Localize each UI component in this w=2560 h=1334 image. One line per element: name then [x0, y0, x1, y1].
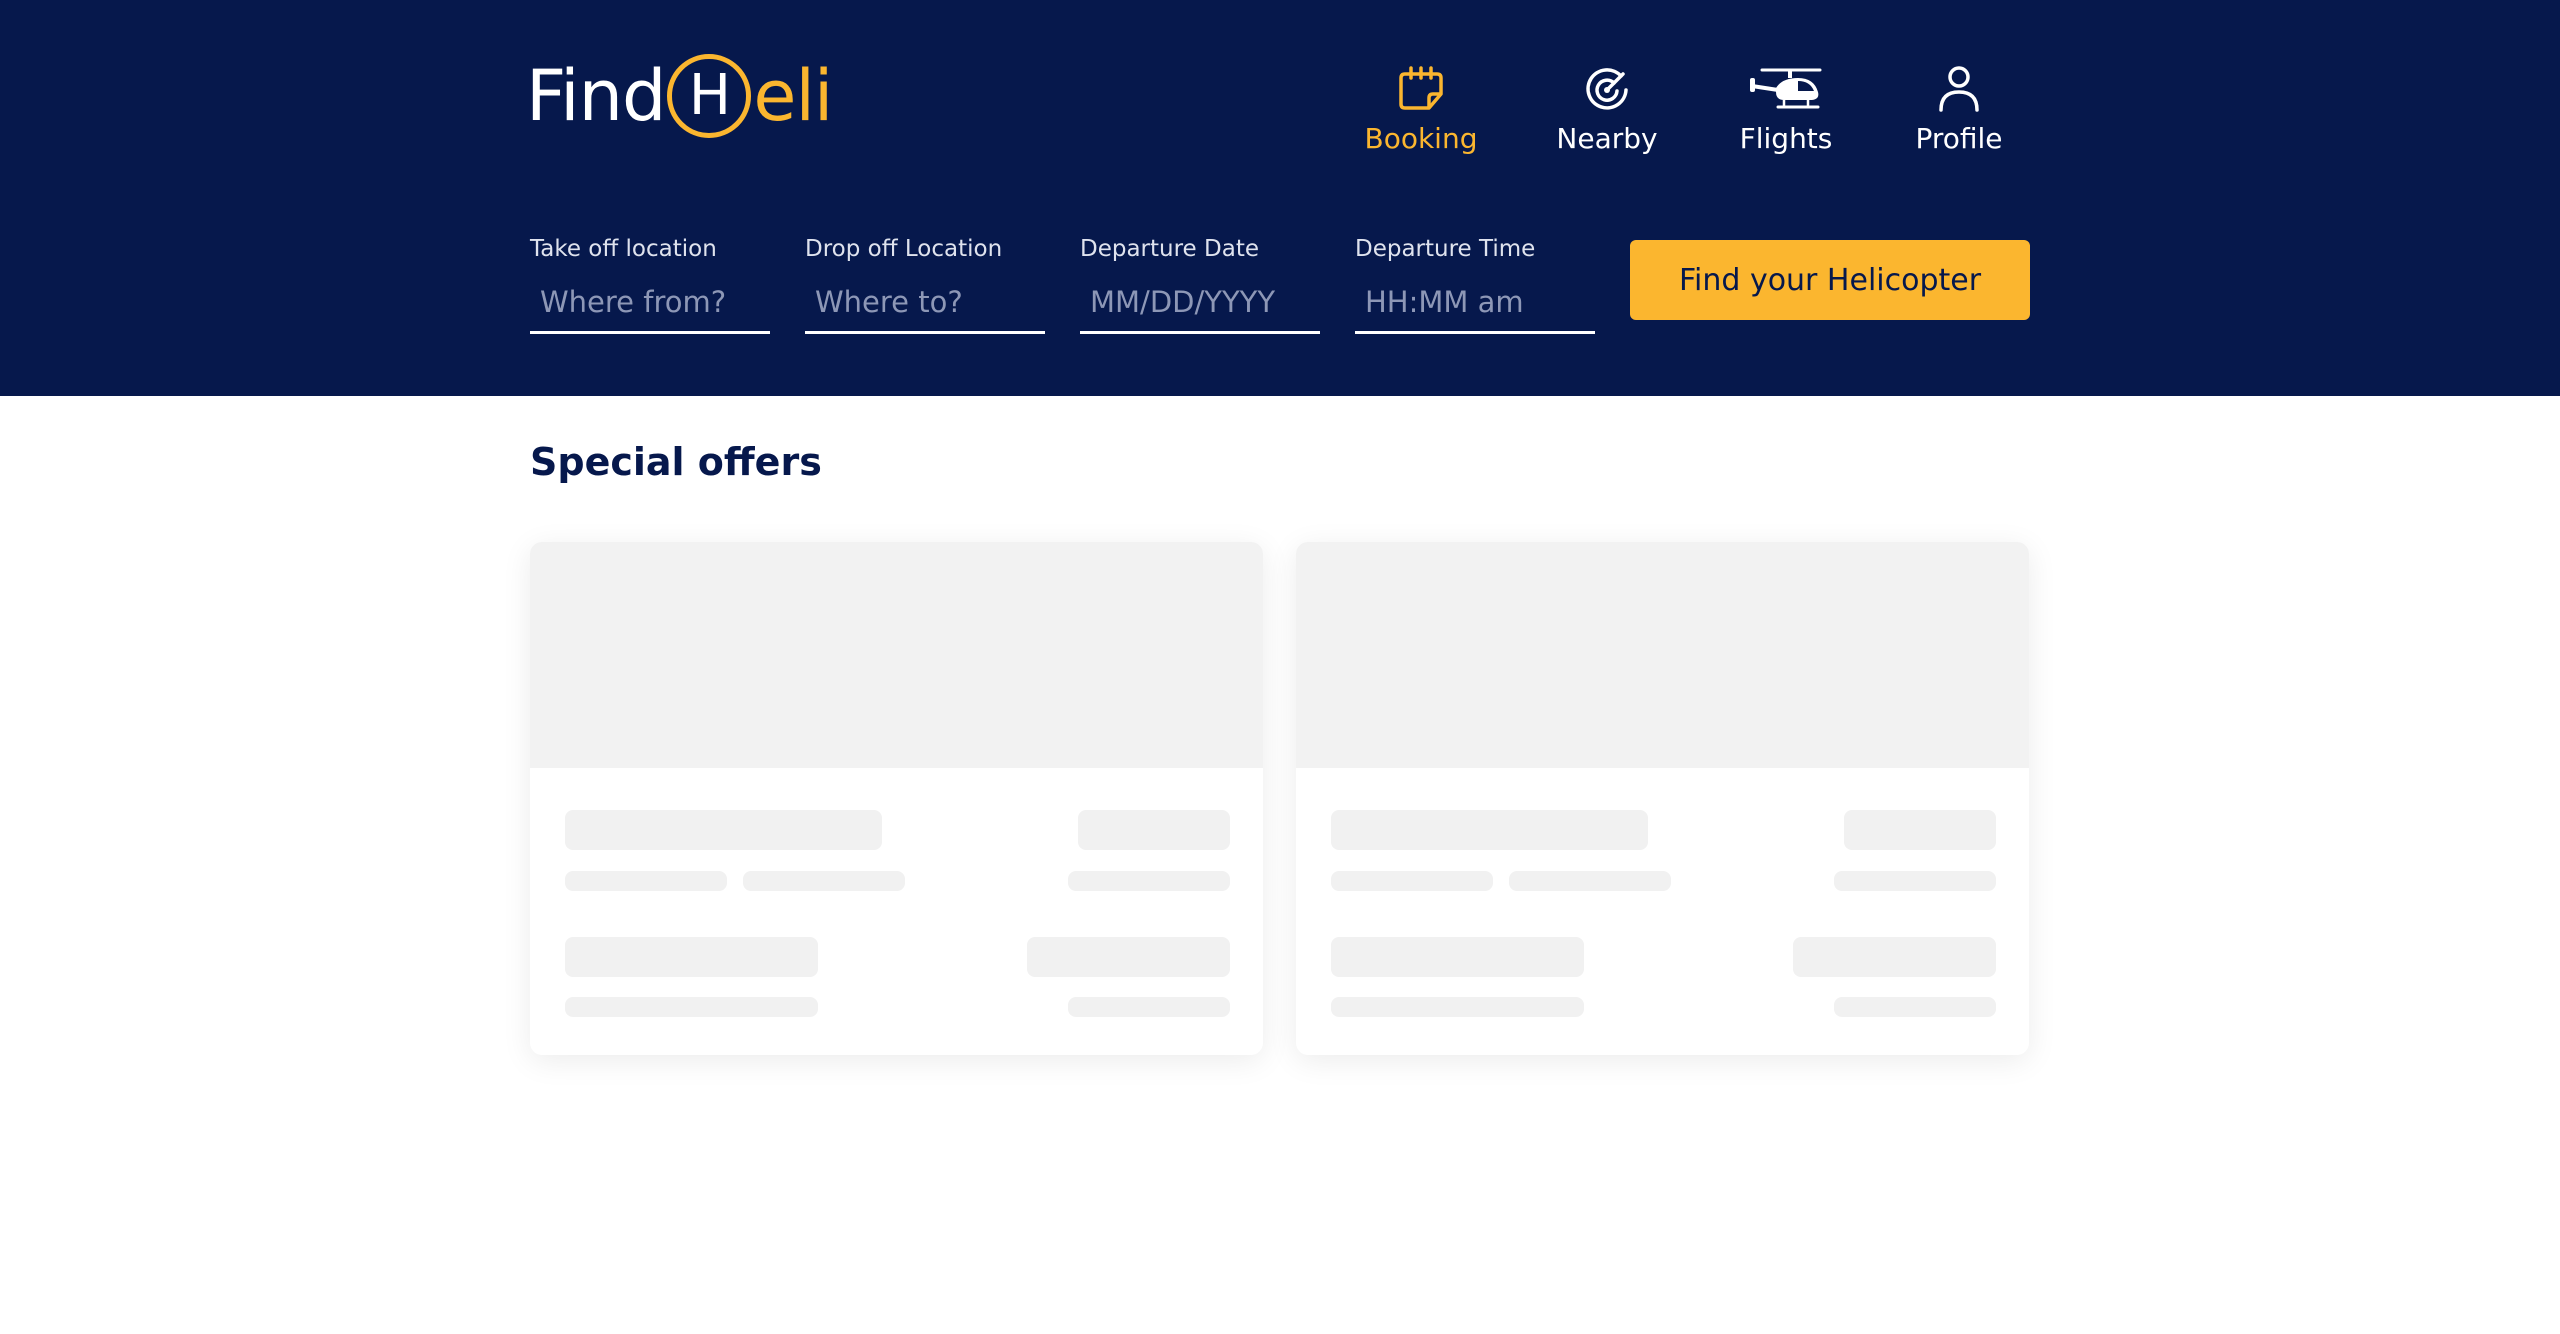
- logo-h-circle: H: [667, 54, 752, 138]
- departure-time-label: Departure Time: [1355, 236, 1536, 262]
- calendar-icon: [1395, 64, 1447, 114]
- nav-nearby-label: Nearby: [1556, 122, 1658, 155]
- skeleton-value: [1027, 937, 1230, 977]
- departure-time-input[interactable]: [1355, 282, 1595, 334]
- radar-icon: [1581, 64, 1633, 114]
- skeleton-title: [565, 810, 882, 850]
- page: Find H eli Booking Nearby Flights Profil…: [0, 0, 2560, 1334]
- departure-date-input[interactable]: [1080, 282, 1320, 334]
- nav-nearby[interactable]: Nearby: [1551, 64, 1663, 164]
- findheli-logo[interactable]: Find H eli: [526, 50, 833, 142]
- skeleton-line: [1068, 997, 1230, 1017]
- skeleton-subtitle: [565, 937, 818, 977]
- nav-booking[interactable]: Booking: [1362, 64, 1480, 164]
- skeleton-line: [1068, 871, 1230, 891]
- logo-eli-text: eli: [753, 55, 833, 137]
- departure-time-field: Departure Time: [1355, 236, 1595, 346]
- skeleton-subtitle: [1331, 937, 1584, 977]
- offer-card-skeleton[interactable]: [530, 542, 1263, 1055]
- user-icon: [1933, 64, 1985, 114]
- skeleton-line: [565, 997, 818, 1017]
- nav-profile[interactable]: Profile: [1911, 64, 2007, 164]
- skeleton-line: [1834, 997, 1996, 1017]
- skeleton-title: [1331, 810, 1648, 850]
- special-offers-title: Special offers: [530, 440, 822, 484]
- dropoff-input[interactable]: [805, 282, 1045, 334]
- takeoff-label: Take off location: [530, 236, 717, 262]
- nav-booking-label: Booking: [1364, 122, 1478, 155]
- skeleton-price: [1844, 810, 1996, 850]
- departure-date-field: Departure Date: [1080, 236, 1320, 346]
- skeleton-line: [1509, 871, 1671, 891]
- helicopter-icon: [1748, 64, 1824, 114]
- skeleton-line: [565, 871, 727, 891]
- skeleton-line: [743, 871, 905, 891]
- logo-find-text: Find: [526, 55, 666, 137]
- takeoff-field: Take off location: [530, 236, 770, 346]
- top-header: Find H eli Booking Nearby Flights Profil…: [0, 0, 2560, 396]
- skeleton-line: [1331, 871, 1493, 891]
- offer-card-skeleton[interactable]: [1296, 542, 2029, 1055]
- nav-profile-label: Profile: [1915, 122, 2003, 155]
- skeleton-line: [1331, 997, 1584, 1017]
- skeleton-value: [1793, 937, 1996, 977]
- dropoff-label: Drop off Location: [805, 236, 1003, 262]
- skeleton-line: [1834, 871, 1996, 891]
- dropoff-field: Drop off Location: [805, 236, 1045, 346]
- takeoff-input[interactable]: [530, 282, 770, 334]
- nav-flights-label: Flights: [1739, 122, 1833, 155]
- nav-flights[interactable]: Flights: [1736, 64, 1836, 164]
- card-image-placeholder: [530, 542, 1263, 768]
- departure-date-label: Departure Date: [1080, 236, 1259, 262]
- card-image-placeholder: [1296, 542, 2029, 768]
- skeleton-price: [1078, 810, 1230, 850]
- find-helicopter-button[interactable]: Find your Helicopter: [1630, 240, 2030, 320]
